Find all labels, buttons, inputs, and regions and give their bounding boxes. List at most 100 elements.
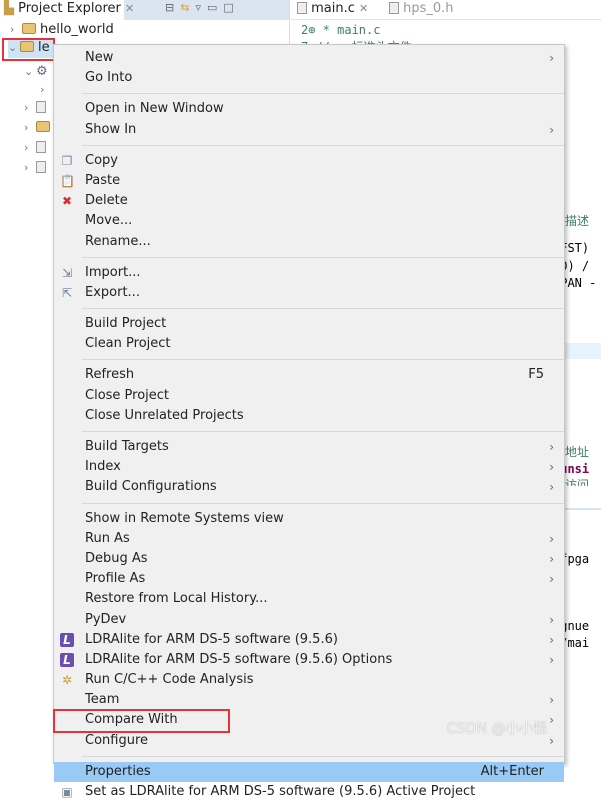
watermark: CSDN @小小怪	[447, 721, 548, 737]
menu-item-label: Open in New Window	[85, 101, 224, 117]
menu-item-restore-from-local-history[interactable]: Restore from Local History...	[54, 589, 564, 609]
menu-item-import[interactable]: ⇲ Import...	[54, 263, 564, 283]
menu-item-label: Team	[85, 692, 120, 708]
menu-separator	[82, 755, 564, 757]
menu-item-close-project[interactable]: Close Project	[54, 386, 564, 406]
menu-item-refresh[interactable]: Refresh F5	[54, 365, 564, 385]
menu-item-label: Refresh	[85, 367, 135, 383]
tree-item-header-file[interactable]: ›	[24, 140, 46, 158]
menu-item-label: Build Configurations	[85, 479, 217, 495]
maximize-icon[interactable]: □	[223, 1, 239, 14]
menu-item-label: Export...	[85, 284, 140, 300]
menu-item-team[interactable]: Team ›	[54, 690, 564, 710]
menu-item-copy[interactable]: ❐ Copy	[54, 151, 564, 171]
menu-item-label: LDRAlite for ARM DS-5 software (9.5.6)	[85, 631, 338, 647]
highlight-box	[2, 38, 55, 61]
menu-item-label: Show in Remote Systems view	[85, 510, 284, 526]
menu-item-profile-as[interactable]: Profile As ›	[54, 569, 564, 589]
header-file-icon	[389, 2, 399, 14]
menu-item-pydev[interactable]: PyDev ›	[54, 610, 564, 630]
menu-item-label: Import...	[85, 264, 141, 280]
menu-item-label: Debug As	[85, 550, 148, 566]
menu-item-new[interactable]: New ›	[54, 48, 564, 68]
chevron-right-icon: ›	[24, 141, 29, 154]
tree-item-binaries[interactable]: ⌄ ⚙	[24, 64, 48, 82]
close-icon[interactable]: ✕	[125, 2, 134, 15]
tree-item-folder[interactable]: ›	[24, 120, 54, 138]
tab-project-explorer[interactable]: ▙ Project Explorer ✕	[0, 0, 134, 20]
menu-item-rename[interactable]: Rename...	[54, 232, 564, 252]
menu-item-ldralite-for-arm-ds-5-software-9-5-6-options[interactable]: L LDRAlite for ARM DS-5 software (9.5.6) …	[54, 650, 564, 670]
tab-main-c[interactable]: main.c ✕	[297, 1, 368, 16]
explorer-toolbar: ⊟⇆▿▭□	[165, 1, 240, 14]
chevron-right-icon: ›	[549, 572, 554, 587]
menu-item-build-project[interactable]: Build Project	[54, 314, 564, 334]
chevron-right-icon: ›	[549, 612, 554, 627]
menu-item-delete[interactable]: ✖ Delete	[54, 191, 564, 211]
chevron-right-icon: ›	[549, 693, 554, 708]
editor-tabbar: main.c ✕ hps_0.h	[291, 0, 601, 20]
menu-item-label: Move...	[85, 213, 133, 229]
tree-item-child[interactable]: ›	[40, 82, 52, 100]
chevron-right-icon: ›	[549, 51, 554, 65]
binaries-icon: ⚙	[36, 64, 48, 79]
view-menu-icon[interactable]: ▿	[195, 1, 207, 14]
menu-separator	[82, 144, 564, 146]
chevron-right-icon: ›	[40, 83, 45, 96]
menu-item-label: Set as LDRAlite for ARM DS-5 software (9…	[85, 784, 476, 799]
menu-item-label: PyDev	[85, 611, 127, 627]
menu-separator	[82, 308, 564, 310]
tree-item-c-file[interactable]: ›	[24, 160, 46, 178]
menu-item-build-configurations[interactable]: Build Configurations ›	[54, 477, 564, 497]
menu-separator	[82, 502, 564, 504]
menu-item-show-in-remote-systems-view[interactable]: Show in Remote Systems view	[54, 509, 564, 529]
tab-hps-0-h[interactable]: hps_0.h	[389, 1, 454, 16]
c-file-icon	[36, 161, 46, 173]
menu-item-label: Properties	[85, 763, 151, 779]
menu-item-label: Index	[85, 459, 121, 475]
chevron-right-icon: ›	[549, 551, 554, 566]
menu-item-debug-as[interactable]: Debug As ›	[54, 549, 564, 569]
menu-item-run-c-c-code-analysis[interactable]: ✲ Run C/C++ Code Analysis	[54, 670, 564, 690]
chevron-right-icon: ›	[549, 632, 554, 647]
menu-item-paste[interactable]: 📋 Paste	[54, 171, 564, 191]
ldra-icon: L	[60, 652, 74, 667]
menu-item-clean-project[interactable]: Clean Project	[54, 334, 564, 354]
shortcut-label: F5	[528, 367, 544, 383]
menu-item-close-unrelated-projects[interactable]: Close Unrelated Projects	[54, 406, 564, 426]
ldra-icon: L	[60, 632, 74, 647]
chevron-right-icon: ›	[549, 440, 554, 454]
menu-item-go-into[interactable]: Go Into	[54, 68, 564, 88]
menu-item-build-targets[interactable]: Build Targets ›	[54, 437, 564, 457]
close-icon[interactable]: ✕	[359, 2, 368, 15]
menu-item-run-as[interactable]: Run As ›	[54, 529, 564, 549]
menu-item-label: Build Targets	[85, 439, 169, 454]
chevron-right-icon: ›	[24, 101, 29, 114]
context-menu: New › Go Into Open in New Window Show In › ❐ Co…	[53, 44, 565, 799]
chevron-right-icon: ›	[549, 713, 554, 728]
link-editor-icon[interactable]: ⇆	[180, 1, 195, 14]
minimize-icon[interactable]: ▭	[207, 1, 223, 14]
menu-item-move[interactable]: Move...	[54, 211, 564, 231]
menu-item-show-in[interactable]: Show In ›	[54, 120, 564, 140]
menu-separator	[82, 359, 564, 361]
menu-item-export[interactable]: ⇱ Export...	[54, 283, 564, 303]
menu-item-label: New	[85, 50, 114, 65]
menu-item-index[interactable]: Index ›	[54, 457, 564, 477]
menu-item-properties[interactable]: Properties Alt+Enter	[54, 761, 564, 782]
project-folder-icon	[22, 23, 36, 34]
menu-item-label: Close Project	[85, 387, 170, 403]
chevron-right-icon: ›	[549, 531, 554, 546]
menu-item-ldralite-for-arm-ds-5-software-9-5-6[interactable]: L LDRAlite for ARM DS-5 software (9.5.6) ›	[54, 630, 564, 650]
menu-item-label: Clean Project	[85, 336, 171, 352]
menu-item-label: LDRAlite for ARM DS-5 software (9.5.6) O…	[85, 651, 393, 667]
chevron-right-icon[interactable]: ›	[10, 23, 22, 36]
explorer-tabbar: ▙ Project Explorer ✕ ⊟⇆▿▭□	[0, 0, 289, 20]
folder-icon	[36, 121, 50, 132]
collapse-all-icon[interactable]: ⊟	[165, 1, 180, 14]
tree-item-includes[interactable]: ›	[24, 100, 46, 118]
menu-item-set-as-ldralite-for-arm-ds-5-software-9-5-6-active-project[interactable]: ▣ Set as LDRAlite for ARM DS-5 software (…	[54, 782, 564, 802]
copy-icon: ❐	[61, 153, 73, 168]
menu-item-label: Delete	[85, 193, 128, 209]
menu-item-open-in-new-window[interactable]: Open in New Window	[54, 99, 564, 119]
